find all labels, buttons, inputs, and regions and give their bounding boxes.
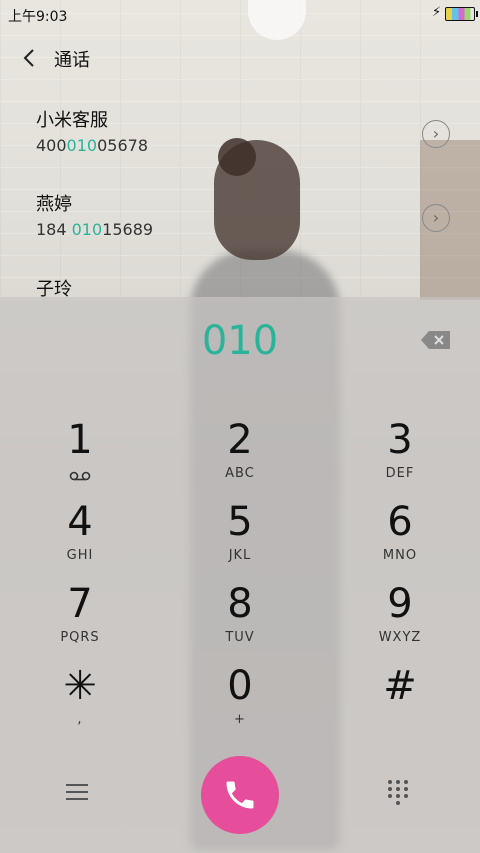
page-title: 通话 — [54, 50, 90, 71]
contact-result[interactable]: 小米客服 40001005678 › — [36, 106, 450, 155]
contact-number: 184 01015689 — [36, 220, 154, 239]
key-2[interactable]: 2 ABC — [180, 418, 300, 500]
contact-name: 子玲 — [36, 279, 72, 300]
contact-result[interactable]: 燕婷 184 01015689 › — [36, 190, 450, 239]
voicemail-icon — [69, 466, 91, 485]
contact-name: 燕婷 — [36, 194, 72, 215]
menu-icon[interactable] — [66, 780, 94, 804]
key-8[interactable]: 8 TUV — [180, 582, 300, 664]
more-info-icon[interactable]: › — [422, 204, 450, 232]
key-5[interactable]: 5 JKL — [180, 500, 300, 582]
key-hash[interactable]: # — [340, 664, 460, 746]
key-9[interactable]: 9 WXYZ — [340, 582, 460, 664]
backspace-icon[interactable] — [420, 330, 452, 350]
key-6[interactable]: 6 MNO — [340, 500, 460, 582]
more-info-icon[interactable]: › — [422, 120, 450, 148]
key-0[interactable]: 0 + — [180, 664, 300, 746]
call-button[interactable] — [201, 756, 279, 834]
contact-result[interactable]: 子玲 — [36, 275, 436, 301]
key-3[interactable]: 3 DEF — [340, 418, 460, 500]
status-bar: 上午9:03 ⚡ — [0, 0, 480, 28]
charging-icon: ⚡ — [432, 5, 442, 20]
header: 通话 — [0, 38, 480, 78]
key-4[interactable]: 4 GHI — [20, 500, 140, 582]
contact-number: 40001005678 — [36, 136, 148, 155]
key-7[interactable]: 7 PQRS — [20, 582, 140, 664]
key-star[interactable]: ✳, — [20, 664, 140, 746]
contact-name: 小米客服 — [36, 110, 108, 131]
battery-icon — [445, 7, 478, 21]
key-1[interactable]: 1 — [20, 418, 140, 500]
phone-icon — [226, 781, 254, 809]
back-arrow-icon[interactable] — [18, 46, 42, 70]
dialpad-icon[interactable] — [388, 780, 412, 810]
dial-input-display: 010 — [201, 318, 279, 364]
status-time: 上午9:03 — [8, 9, 68, 25]
